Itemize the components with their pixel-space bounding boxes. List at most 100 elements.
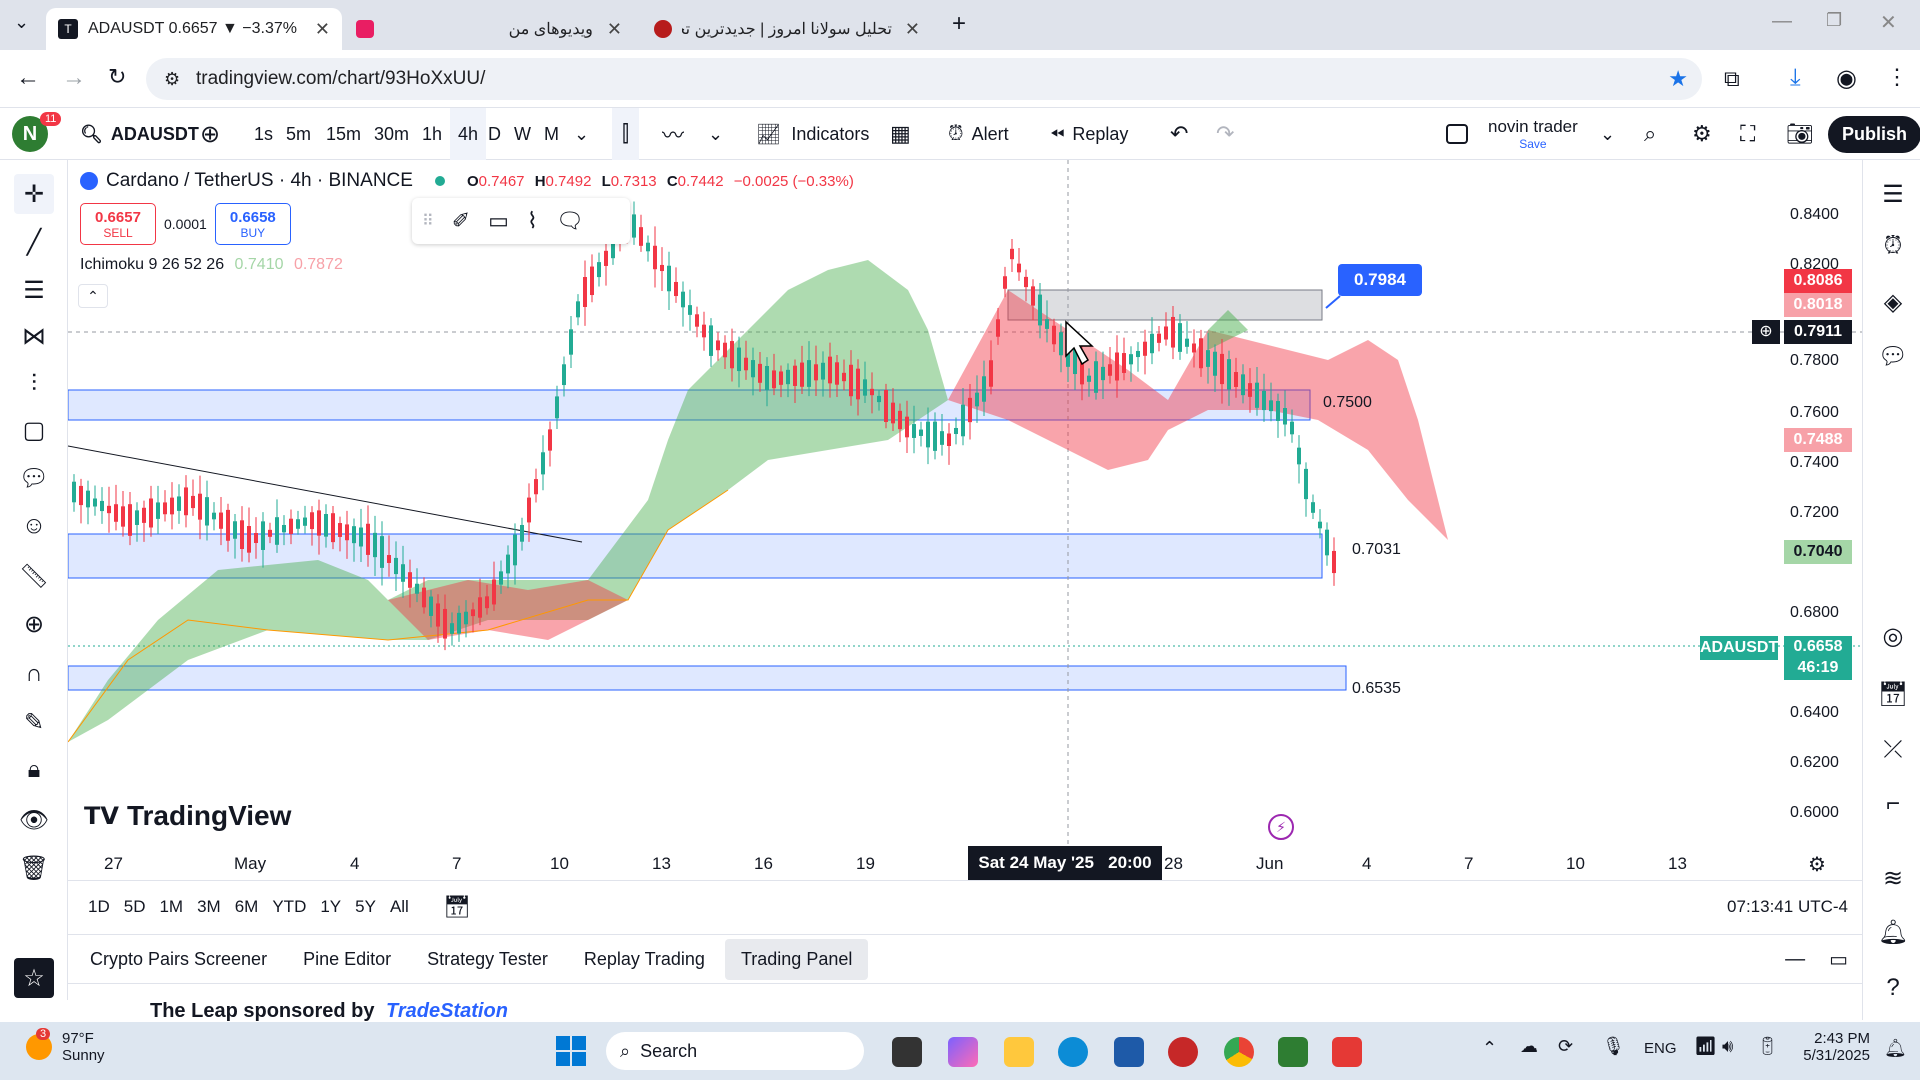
close-window-icon[interactable]: ✕ <box>1880 10 1897 35</box>
bookmark-star-icon[interactable]: ★ <box>1668 66 1688 92</box>
tab-list-button[interactable]: ⌄ <box>14 12 29 33</box>
layout-checkbox[interactable] <box>1446 108 1468 160</box>
pencil-lock-icon[interactable]: ✎ <box>14 702 54 742</box>
download-icon[interactable]: ⤓ <box>1790 64 1801 92</box>
bell-icon[interactable]: 🔔︎ <box>1873 912 1913 952</box>
browser-menu-icon[interactable]: ⋮ <box>1886 64 1908 90</box>
symbol-search[interactable]: 🔍︎ ADAUSDT <box>80 108 199 160</box>
callout-icon[interactable]: 🗨︎ <box>556 208 584 234</box>
eye-icon[interactable]: 👁︎ <box>14 800 54 840</box>
target-icon[interactable]: ◎ <box>1873 616 1913 656</box>
mic-icon[interactable]: 🎙︎ <box>1602 1036 1625 1057</box>
watchlist-icon[interactable]: ☰ <box>1873 174 1913 214</box>
redo-icon[interactable]: ↷ <box>1216 108 1234 160</box>
path-icon[interactable]: ⌇ <box>527 208 538 234</box>
trash-icon[interactable]: 🗑︎ <box>14 848 54 888</box>
range-ytd[interactable]: YTD <box>272 897 306 917</box>
new-tab-icon[interactable]: + <box>952 10 966 38</box>
reload-icon[interactable]: ↻ <box>108 64 126 90</box>
extensions-icon[interactable]: ⧉ <box>1724 66 1740 92</box>
interval-d[interactable]: D <box>488 108 501 160</box>
interval-30m[interactable]: 30m <box>374 108 409 160</box>
promo-banner[interactable]: The Leap sponsored by TradeStation <box>150 1000 508 1022</box>
favorites-star-icon[interactable]: ☆ <box>14 958 54 998</box>
language-indicator[interactable]: ENG <box>1644 1040 1677 1057</box>
forward-icon[interactable]: → <box>62 64 86 92</box>
range-all[interactable]: All <box>390 897 409 917</box>
close-tab-icon[interactable]: ✕ <box>905 19 920 40</box>
range-3m[interactable]: 3M <box>197 897 221 917</box>
interval-1s[interactable]: 1s <box>254 108 273 160</box>
brush-icon[interactable]: ✐ <box>452 208 470 234</box>
help-icon[interactable]: ? <box>1873 968 1913 1008</box>
onedrive-icon[interactable]: ☁ <box>1520 1036 1538 1057</box>
forecast-icon[interactable]: ⫶ <box>14 364 54 404</box>
axis-settings-icon[interactable]: ⚙ <box>1808 852 1826 877</box>
interval-15m[interactable]: 15m <box>326 108 361 160</box>
settings-icon[interactable]: ⚙ <box>1692 108 1712 160</box>
collapse-legend-icon[interactable]: ⌃ <box>78 284 108 308</box>
file-explorer-icon[interactable] <box>1004 1037 1034 1067</box>
layout-dropdown-icon[interactable]: ⌄ <box>1600 108 1615 160</box>
lightning-icon[interactable]: ⚡︎ <box>1268 814 1294 840</box>
battery-icon[interactable]: 🔋︎ <box>1756 1036 1779 1057</box>
back-icon[interactable]: ← <box>16 64 40 92</box>
range-1d[interactable]: 1D <box>88 897 110 917</box>
range-1m[interactable]: 1M <box>159 897 183 917</box>
fib-retracement-icon[interactable]: ☰ <box>14 270 54 310</box>
bottom-tab-trading-panel[interactable]: Trading Panel <box>724 938 869 980</box>
site-info-icon[interactable]: ⚙ <box>164 69 180 90</box>
magnet-icon[interactable]: ∩ <box>14 654 54 694</box>
alerts-clock-icon[interactable]: ⏰︎ <box>1873 226 1913 266</box>
quick-search-icon[interactable]: ⌕ <box>1644 108 1656 160</box>
tab-adausdt[interactable]: T ADAUSDT 0.6657 ▼ −3.37% no ✕ <box>46 8 342 50</box>
task-view-icon[interactable] <box>892 1037 922 1067</box>
interval-w[interactable]: W <box>514 108 531 160</box>
taskbar-search[interactable]: ⌕ Search <box>606 1032 864 1070</box>
volume-icon[interactable]: 🔊︎ <box>1722 1036 1733 1057</box>
indicators-button[interactable]: 📈︎ Indicators <box>756 108 869 160</box>
buy-button[interactable]: 0.6658 BUY <box>214 203 291 245</box>
line-chart-icon[interactable]: 〰 <box>662 108 684 160</box>
layers-icon[interactable]: ◈ <box>1873 282 1913 322</box>
tray-chevron-icon[interactable]: ⌃ <box>1482 1038 1497 1059</box>
interval-5m[interactable]: 5m <box>286 108 311 160</box>
maximize-panel-icon[interactable]: ▭ <box>1829 947 1848 972</box>
bottom-tab-crypto-pairs-screener[interactable]: Crypto Pairs Screener <box>74 939 283 980</box>
layout-name[interactable]: novin trader Save <box>1488 108 1578 160</box>
calendar-icon[interactable]: 📅︎ <box>1873 674 1913 714</box>
add-alert-icon[interactable]: ⊕ <box>1752 320 1780 344</box>
restore-icon[interactable]: ❐ <box>1826 10 1842 31</box>
copilot-icon[interactable] <box>948 1037 978 1067</box>
weather-widget[interactable]: 3 97°F Sunny <box>26 1028 105 1064</box>
bottom-tab-pine-editor[interactable]: Pine Editor <box>287 939 407 980</box>
start-button-icon[interactable] <box>556 1036 586 1066</box>
clock-text[interactable]: 07:13:41 UTC-4 <box>1727 897 1848 917</box>
interval-1h[interactable]: 1h <box>422 108 442 160</box>
pine-icon[interactable]: ⌐ <box>1873 784 1913 824</box>
emoji-icon[interactable]: ☺ <box>14 506 54 546</box>
indicator-legend[interactable]: Ichimoku 9 26 52 26 0.7410 0.7872 <box>80 256 343 274</box>
chat-icon[interactable]: 💬︎ <box>1873 336 1913 376</box>
camtasia-green-icon[interactable] <box>1278 1037 1308 1067</box>
range-5d[interactable]: 5D <box>124 897 146 917</box>
wifi-icon[interactable]: 📶︎ <box>1694 1036 1717 1057</box>
interval-4h[interactable]: 4h <box>450 108 487 160</box>
profile-icon[interactable]: ◉ <box>1836 64 1857 93</box>
fullscreen-icon[interactable]: ⛶ <box>1740 108 1755 160</box>
tab-videos[interactable]: ویدیوهای من ✕ <box>344 8 634 50</box>
chart-type-dropdown-icon[interactable]: ⌄ <box>708 108 723 160</box>
bottom-tab-strategy-tester[interactable]: Strategy Tester <box>411 939 564 980</box>
compare-symbol-icon[interactable]: ⊕ <box>200 108 220 160</box>
undo-icon[interactable]: ↶ <box>1170 108 1188 160</box>
zoom-in-icon[interactable]: ⊕ <box>14 604 54 644</box>
lock-icon[interactable]: 🔒︎ <box>14 750 54 790</box>
sell-button[interactable]: 0.6657 SELL <box>80 203 156 245</box>
drag-handle-icon[interactable]: ⠿ <box>422 211 434 231</box>
minimize-icon[interactable]: — <box>1772 10 1792 33</box>
close-tab-icon[interactable]: ✕ <box>607 19 622 40</box>
ruler-icon[interactable]: 📏︎ <box>14 556 54 596</box>
close-tab-icon[interactable]: ✕ <box>315 19 330 40</box>
tab-solana[interactable]: تحلیل سولانا امروز | جدیدترین تحل ✕ <box>642 8 932 50</box>
edge-icon[interactable] <box>1058 1037 1088 1067</box>
